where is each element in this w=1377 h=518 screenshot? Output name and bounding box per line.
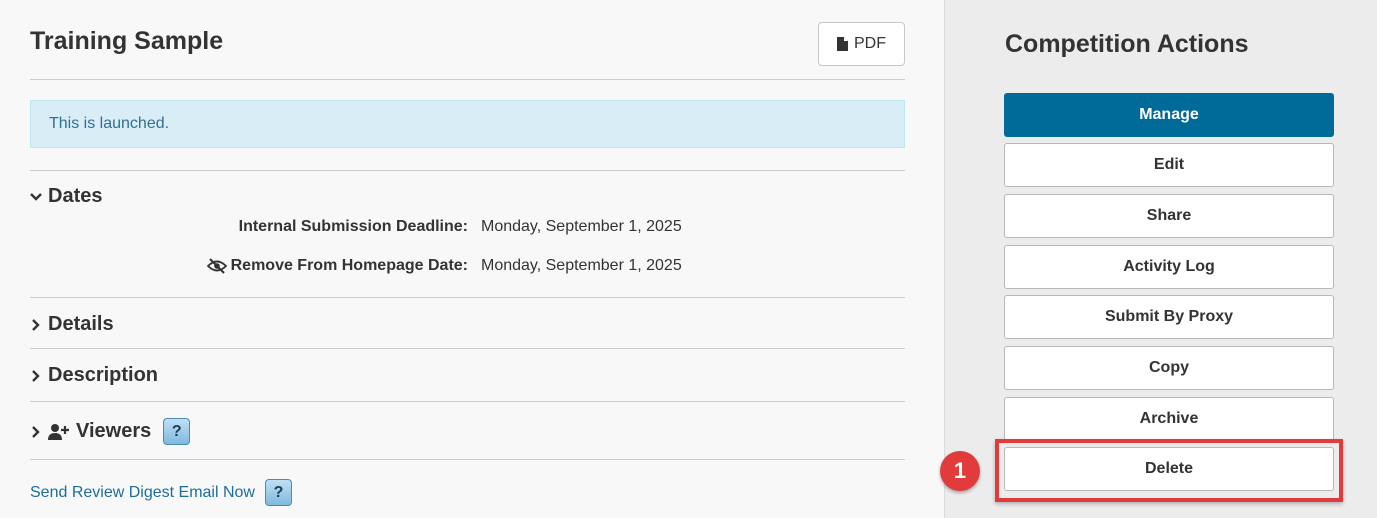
copy-button[interactable]: Copy (1004, 346, 1334, 390)
divider (30, 297, 905, 298)
pdf-button-label: PDF (854, 35, 886, 52)
eye-slash-icon (206, 258, 227, 274)
divider (30, 170, 905, 171)
delete-button[interactable]: Delete (1004, 447, 1334, 491)
chevron-right-icon (32, 425, 40, 438)
section-viewers-toggle[interactable]: Viewers ? (30, 418, 191, 445)
section-description-toggle[interactable]: Description (30, 364, 158, 387)
section-details-toggle[interactable]: Details (30, 313, 114, 336)
page-title: Training Sample (30, 27, 224, 55)
activity-log-button[interactable]: Activity Log (1004, 245, 1334, 289)
submit-by-proxy-button[interactable]: Submit By Proxy (1004, 295, 1334, 339)
divider (30, 401, 905, 402)
edit-button[interactable]: Edit (1004, 143, 1334, 187)
send-digest-link[interactable]: Send Review Digest Email Now ? (30, 479, 292, 506)
alert-text: This is launched. (49, 115, 170, 132)
date-row: Remove From Homepage Date: Monday, Septe… (30, 257, 905, 281)
send-digest-label[interactable]: Send Review Digest Email Now (30, 484, 255, 502)
manage-button[interactable]: Manage (1004, 93, 1334, 137)
pdf-button[interactable]: PDF (818, 22, 905, 66)
sidebar-title: Competition Actions (1005, 30, 1249, 58)
divider (30, 348, 905, 349)
date-value: Monday, September 1, 2025 (481, 218, 682, 235)
section-details-label: Details (48, 313, 114, 335)
section-dates-label: Dates (48, 185, 103, 207)
section-viewers-label: Viewers (76, 420, 152, 442)
section-description-label: Description (48, 364, 159, 386)
viewers-help-button[interactable]: ? (163, 418, 191, 445)
file-icon (837, 37, 848, 51)
status-alert: This is launched. (30, 100, 905, 148)
user-plus-icon (48, 423, 69, 440)
divider (30, 79, 905, 80)
main-content: Training Sample PDF This is launched. Da… (0, 0, 944, 518)
date-row: Internal Submission Deadline: Monday, Se… (30, 218, 905, 242)
date-label: Remove From Homepage Date: (206, 257, 468, 275)
competition-actions-sidebar: Competition Actions Manage Edit Share Ac… (940, 0, 1377, 518)
chevron-right-icon (32, 318, 40, 331)
section-dates-toggle[interactable]: Dates (30, 185, 102, 208)
digest-help-button[interactable]: ? (264, 479, 292, 506)
chevron-down-icon (30, 192, 42, 201)
chevron-right-icon (32, 369, 40, 382)
step-badge: 1 (940, 451, 980, 491)
date-value: Monday, September 1, 2025 (481, 257, 682, 274)
date-label: Internal Submission Deadline: (238, 218, 468, 235)
archive-button[interactable]: Archive (1004, 397, 1334, 441)
share-button[interactable]: Share (1004, 194, 1334, 238)
divider (30, 459, 905, 460)
